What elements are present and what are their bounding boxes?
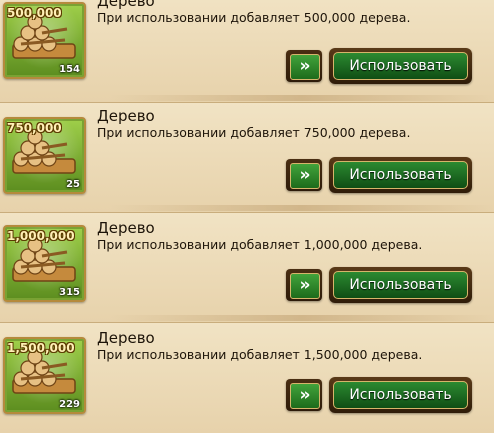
divider: [110, 95, 494, 101]
item-amount-label: 500,000: [7, 6, 62, 20]
wood-logs-icon: [12, 237, 76, 282]
use-button-label: Использовать: [333, 161, 468, 189]
wood-item-icon[interactable]: 750,000 25: [3, 117, 86, 194]
wood-logs-icon: [12, 349, 76, 394]
item-amount-label: 1,500,000: [7, 341, 75, 355]
item-title: Дерево: [97, 329, 155, 347]
item-amount-label: 750,000: [7, 121, 62, 135]
list-item: 1,500,000 229 Дерево При использовании д…: [0, 322, 494, 433]
double-chevron-right-icon: »: [290, 273, 320, 299]
wood-item-icon[interactable]: 1,500,000 229: [3, 337, 86, 414]
item-description: При использовании добавляет 1,500,000 де…: [97, 347, 423, 362]
item-description: При использовании добавляет 500,000 дере…: [97, 10, 411, 25]
use-button[interactable]: Использовать: [329, 377, 472, 413]
resource-list: 500,000 154 Дерево При использовании доб…: [0, 0, 494, 433]
expand-button[interactable]: »: [286, 50, 322, 82]
wood-item-icon[interactable]: 1,000,000 315: [3, 225, 86, 302]
use-button[interactable]: Использовать: [329, 48, 472, 84]
item-description: При использовании добавляет 750,000 дере…: [97, 125, 411, 140]
expand-button[interactable]: »: [286, 379, 322, 411]
wood-item-icon[interactable]: 500,000 154: [3, 2, 86, 79]
double-chevron-right-icon: »: [290, 383, 320, 409]
item-title: Дерево: [97, 0, 155, 10]
item-amount-label: 1,000,000: [7, 229, 75, 243]
use-button-label: Использовать: [333, 271, 468, 299]
list-item: 750,000 25 Дерево При использовании доба…: [0, 102, 494, 213]
list-item: 1,000,000 315 Дерево При использовании д…: [0, 212, 494, 323]
use-button-label: Использовать: [333, 381, 468, 409]
wood-logs-icon: [12, 129, 76, 174]
use-button[interactable]: Использовать: [329, 267, 472, 303]
use-button[interactable]: Использовать: [329, 157, 472, 193]
item-count-badge: 25: [66, 179, 80, 190]
divider: [110, 315, 494, 321]
double-chevron-right-icon: »: [290, 163, 320, 189]
divider: [110, 205, 494, 211]
item-description: При использовании добавляет 1,000,000 де…: [97, 237, 423, 252]
item-count-badge: 229: [59, 399, 80, 410]
item-title: Дерево: [97, 107, 155, 125]
list-item: 500,000 154 Дерево При использовании доб…: [0, 0, 494, 102]
double-chevron-right-icon: »: [290, 54, 320, 80]
item-count-badge: 154: [59, 64, 80, 75]
expand-button[interactable]: »: [286, 269, 322, 301]
item-title: Дерево: [97, 219, 155, 237]
wood-logs-icon: [12, 14, 76, 59]
use-button-label: Использовать: [333, 52, 468, 80]
expand-button[interactable]: »: [286, 159, 322, 191]
item-count-badge: 315: [59, 287, 80, 298]
